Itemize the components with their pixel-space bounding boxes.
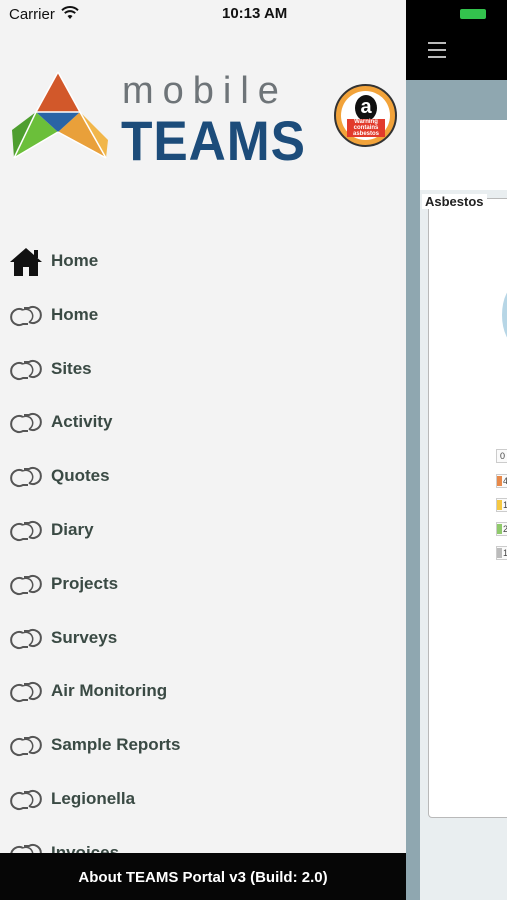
- menu-item-label: Home: [51, 251, 99, 270]
- menu-item-legionella[interactable]: Legionella: [0, 776, 406, 824]
- hamburger-menu-icon[interactable]: [428, 42, 446, 63]
- logo-word-teams: TEAMS: [121, 109, 306, 172]
- link-icon: [6, 513, 46, 549]
- menu-item-label: Home: [51, 304, 99, 324]
- app-header-panel: [420, 120, 507, 190]
- link-icon: [6, 782, 46, 818]
- about-button-label: About TEAMS Portal v3 (Build: 2.0): [78, 869, 328, 886]
- about-button[interactable]: About TEAMS Portal v3 (Build: 2.0): [0, 853, 406, 900]
- link-icon: [6, 405, 46, 441]
- menu-item-label: Activity: [51, 412, 113, 432]
- menu-item-label: Sites: [51, 358, 92, 378]
- legend-row: 4: [496, 474, 507, 488]
- link-icon: [6, 298, 46, 334]
- menu-item-sites[interactable]: Sites: [0, 346, 406, 394]
- asbestos-warning-badge-icon: a Warning contains asbestos: [334, 84, 397, 147]
- menu-item-air-monitoring[interactable]: Air Monitoring: [0, 668, 406, 716]
- legend-row: 2: [496, 522, 507, 536]
- menu-item-label: Diary: [51, 520, 94, 539]
- menu-item-label: Sample Reports: [51, 735, 181, 755]
- battery-icon: [460, 9, 486, 19]
- house-icon: [6, 244, 46, 280]
- menu-item-home[interactable]: Home: [0, 292, 406, 340]
- carrier-label: Carrier: [9, 6, 55, 23]
- link-icon: [6, 352, 46, 388]
- link-icon: [6, 459, 46, 495]
- menu-item-label: Quotes: [51, 466, 110, 486]
- legend-row: 1: [496, 498, 507, 512]
- menu-item-diary[interactable]: Diary: [0, 507, 406, 555]
- menu-item-activity[interactable]: Activity: [0, 399, 406, 447]
- menu-item-label: Surveys: [51, 627, 118, 647]
- legend-row: 1: [496, 546, 507, 560]
- app-top-bar: [406, 0, 507, 80]
- link-icon: [6, 674, 46, 710]
- legend-row: 0: [496, 449, 507, 463]
- asbestos-panel-title: Asbestos: [422, 194, 487, 209]
- background-app: Asbestos 0 4 1 2 1: [406, 0, 507, 900]
- status-time: 10:13 AM: [222, 5, 288, 22]
- menu-item-projects[interactable]: Projects: [0, 561, 406, 609]
- link-icon: [6, 621, 46, 657]
- logo-word-mobile: mobile: [122, 70, 288, 112]
- status-bar: Carrier 10:13 AM: [0, 0, 406, 28]
- menu-item-label: Projects: [51, 573, 119, 593]
- link-icon: [6, 728, 46, 764]
- side-drawer: Carrier 10:13 AM mobile TEAMS a Warning …: [0, 0, 406, 900]
- link-icon: [6, 567, 46, 603]
- menu-item-label: Air Monitoring: [51, 681, 168, 701]
- menu-item-quotes[interactable]: Quotes: [0, 453, 406, 501]
- wifi-icon: [61, 6, 79, 19]
- menu-item-home[interactable]: Home: [0, 238, 406, 286]
- menu-item-surveys[interactable]: Surveys: [0, 615, 406, 663]
- menu-item-sample-reports[interactable]: Sample Reports: [0, 722, 406, 770]
- menu-item-label: Legionella: [51, 789, 136, 808]
